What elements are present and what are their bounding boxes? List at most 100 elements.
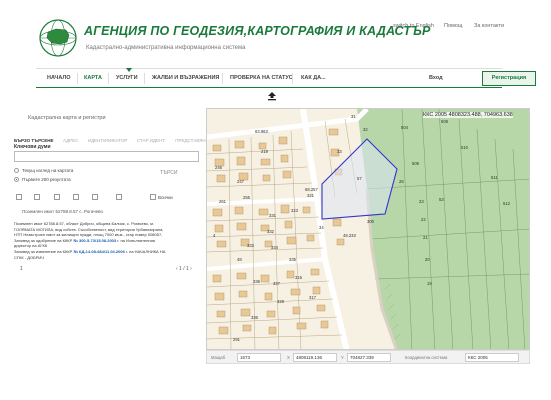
active-nav-marker (126, 68, 132, 72)
filter-checkbox[interactable] (54, 194, 60, 200)
parcel-label: 336 (253, 279, 261, 284)
nav-item-services[interactable]: УСЛУГИ (116, 75, 138, 81)
desc-text: г. на Изпълнителния (117, 237, 155, 243)
parcel-label: 33 (337, 149, 342, 154)
parcel-label: 512 (503, 201, 511, 206)
filter-checkbox[interactable] (92, 194, 98, 200)
parcel-label: 246 (215, 165, 223, 170)
parcel-label: 48 (237, 257, 242, 262)
filter-checkbox[interactable] (73, 194, 79, 200)
parcel-label: 63.963 (255, 129, 268, 134)
cadastral-map[interactable]: 31 32 33 34 504 508 509 510 511 512 53 5… (206, 108, 530, 350)
help-link[interactable]: Помощ (444, 23, 462, 29)
agency-subtitle: Кадастрално-административна информационн… (86, 45, 246, 51)
agency-title: АГЕНЦИЯ ПО ГЕОДЕЗИЯ,КАРТОГРАФИЯ И КАДАСТ… (84, 24, 431, 38)
radio-label: Текущ изглед на картата (22, 168, 74, 173)
radio-button[interactable] (14, 177, 19, 183)
parcel-label: 317 (309, 295, 317, 300)
approval-order-link[interactable]: № 300-5-73/15.08.2003 (73, 238, 116, 243)
parcel-label: 510 (461, 145, 469, 150)
result-summary[interactable]: Поземлен имот 62788.8.57 с. Рогачево (22, 209, 103, 214)
scale-field[interactable]: 1673 (237, 353, 281, 362)
parcel-label: 331 (269, 213, 277, 218)
parcel-label: 48.233 (343, 233, 356, 238)
filter-checkboxes: Всички (16, 194, 202, 202)
panel-title: Кадастрална карта и регистри (28, 115, 106, 121)
radio-label: Първите 200 резултата (22, 177, 71, 182)
scale-label: Мащаб (211, 355, 226, 360)
property-description: Поземлен имот 62788.8.57, област Добрич,… (14, 221, 202, 260)
radio-first-200[interactable]: Първите 200 резултата (14, 177, 71, 183)
contacts-link[interactable]: За контакти (474, 23, 504, 29)
desc-text: г. на НАЧАЛНИКА НА (125, 248, 166, 254)
parcel-label: 20 (425, 257, 430, 262)
nav-divider (144, 73, 145, 84)
nav-divider (292, 73, 293, 84)
english-link[interactable]: switch to English (393, 23, 434, 29)
tab-old-identifier[interactable]: СТАР ИДЕНТ. (137, 138, 166, 143)
search-panel: Кадастрална карта и регистри БЪРЗО ТЪРСЕ… (14, 108, 209, 368)
tab-identifier[interactable]: ИДЕНТИФИКАТОР (88, 138, 128, 143)
filter-checkbox[interactable] (34, 194, 40, 200)
crs-label: Координатна система (405, 355, 448, 360)
keywords-label: Ключови думи (14, 144, 51, 150)
parcel-label: 68.257 (305, 187, 318, 192)
map-canvas[interactable]: 31 32 33 34 504 508 509 510 511 512 53 5… (207, 109, 530, 350)
parcel-label: 300 (367, 219, 375, 224)
desc-text: Заповед за одобрение на КККР (14, 237, 73, 243)
header: АГЕНЦИЯ ПО ГЕОДЕЗИЯ,КАРТОГРАФИЯ И КАДАСТ… (0, 0, 551, 68)
parcel-label: 219 (261, 149, 269, 154)
parcel-label: 328 (277, 299, 285, 304)
y-coordinate-field: 704827.339 (347, 353, 391, 362)
parcel-label: 19 (427, 281, 432, 286)
parcel-label: 34 (319, 225, 324, 230)
register-button[interactable]: Регистрация (482, 71, 536, 86)
pager-page-number[interactable]: 1 (20, 266, 23, 272)
filter-checkbox[interactable] (116, 194, 122, 200)
nav-item-complaints[interactable]: ЖАЛБИ И ВЪЗРАЖЕНИЯ (152, 75, 219, 81)
parcel-label: 509 (412, 161, 420, 166)
main-nav: НАЧАЛО КАРТА УСЛУГИ ЖАЛБИ И ВЪЗРАЖЕНИЯ П… (36, 68, 536, 88)
upload-icon[interactable] (267, 91, 277, 101)
filter-checkbox[interactable] (16, 194, 22, 200)
parcel-label: 332 (267, 229, 275, 234)
amendment-order-link[interactable]: № КД-14-08-684/11.04.2006 (73, 249, 124, 254)
parcel-label: 511 (491, 175, 498, 180)
radio-current-view[interactable]: Текущ изглед на картата (14, 168, 74, 174)
nav-divider (108, 73, 109, 84)
nav-item-how-to[interactable]: КАК ДА... (301, 75, 326, 81)
login-button[interactable]: Вход (429, 75, 443, 81)
nav-divider (77, 73, 78, 84)
nav-item-map[interactable]: КАРТА (84, 75, 102, 81)
all-checkbox[interactable] (150, 194, 156, 200)
nav-divider (222, 73, 223, 84)
parcel-label: 261 (219, 199, 227, 204)
crs-select[interactable]: ККС 2005 (465, 353, 519, 362)
pager[interactable]: ‹ 1 / 1 › (176, 266, 192, 272)
desc-line: СГКК - ДОБРИЧ (14, 254, 44, 260)
parcel-label: 32 (363, 127, 368, 132)
parcel-label: 21 (423, 235, 428, 240)
x-label: X (287, 355, 290, 360)
tab-address[interactable]: АДРЕС (63, 138, 78, 143)
parcel-label: 333 (247, 243, 255, 248)
parcel-label: 291 (233, 337, 241, 342)
parcel-label: 508 (441, 119, 449, 124)
agency-logo (39, 19, 77, 57)
tab-quick-search[interactable]: БЪРЗО ТЪРСЕНЕ (14, 138, 53, 143)
parcel-label: 321 (307, 193, 315, 198)
radio-button[interactable] (14, 168, 19, 174)
nav-item-status-check[interactable]: ПРОВЕРКА НА СТАТУС (230, 75, 293, 81)
search-button[interactable]: ТЪРСИ (160, 170, 178, 176)
parcel-label: 336 (251, 315, 259, 320)
all-label: Всички (158, 195, 173, 200)
parcel-label: 26 (399, 179, 404, 184)
parcel-label: 57 (357, 176, 362, 181)
tab-presentation[interactable]: ПРЕДСТАВЯНЕ (175, 138, 208, 143)
keywords-input[interactable] (14, 151, 199, 162)
desc-text: Заповед за изменение на КККР (14, 248, 73, 254)
parcel-label: 504 (401, 125, 409, 130)
parcel-label: 53 (439, 197, 444, 202)
parcel-label: 247 (237, 179, 245, 184)
nav-item-home[interactable]: НАЧАЛО (47, 75, 71, 81)
